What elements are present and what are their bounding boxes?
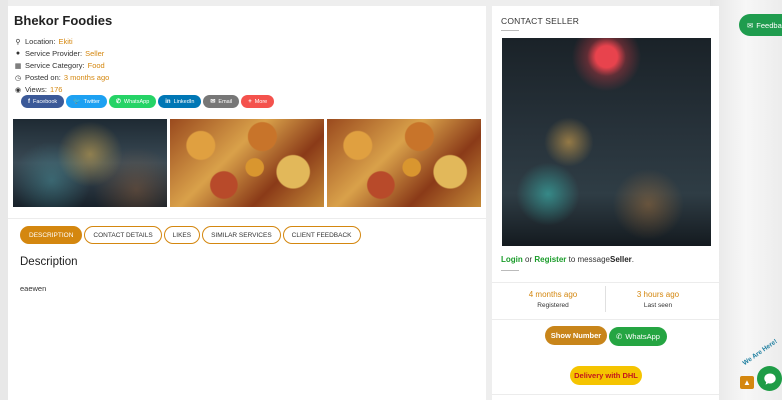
twitter-icon: 🐦 — [73, 99, 81, 105]
last-seen-stat: 3 hours ago Last seen — [608, 290, 708, 309]
or-text: or — [525, 255, 533, 264]
share-whatsapp-button[interactable]: ✆ WhatsApp — [108, 95, 157, 108]
category-icon: ▦ — [14, 62, 22, 70]
last-seen-value: 3 hours ago — [636, 290, 680, 299]
location-label: Location: — [25, 37, 56, 46]
show-number-button[interactable]: Show Number — [545, 326, 607, 345]
tab-contact-details[interactable]: CONTACT DETAILS — [84, 226, 162, 244]
share-more-label: More — [254, 98, 268, 105]
photo-gallery — [13, 119, 481, 207]
gallery-photo-fast-food[interactable] — [170, 119, 324, 207]
whatsapp-label: WhatsApp — [625, 332, 660, 341]
description-heading: Description — [20, 256, 78, 268]
chat-icon — [763, 373, 776, 385]
delivery-dhl-button[interactable]: Delivery with DHL — [570, 366, 642, 385]
stats-separator — [605, 286, 606, 312]
whatsapp-contact-button[interactable]: ✆ WhatsApp — [609, 327, 667, 346]
register-link[interactable]: Register — [534, 255, 566, 264]
category-link[interactable]: Food — [88, 61, 105, 70]
share-buttons: f Facebook 🐦 Twitter ✆ WhatsApp in Linke… — [21, 95, 275, 108]
views-row: ◉ Views: 176 — [14, 85, 63, 94]
linkedin-icon: in — [165, 98, 171, 105]
facebook-icon: f — [28, 98, 30, 105]
category-label: Service Category: — [25, 61, 85, 70]
user-icon: ● — [15, 50, 21, 57]
share-email-label: Email — [218, 98, 233, 105]
posted-label: Posted on: — [25, 73, 61, 82]
location-link[interactable]: Ekiti — [58, 37, 72, 46]
divider — [8, 218, 486, 219]
to-message-text: to message — [568, 255, 610, 264]
posted-row: ◷ Posted on: 3 months ago — [14, 73, 109, 82]
arrow-up-icon: ▲ — [743, 378, 751, 387]
clock-icon: ◷ — [14, 74, 22, 82]
email-icon: ✉ — [210, 99, 216, 105]
scroll-to-top-button[interactable]: ▲ — [740, 376, 754, 389]
provider-link[interactable]: Seller — [85, 49, 104, 58]
location-row: ⚲ Location: Ekiti — [14, 37, 72, 46]
share-linkedin-label: LinkedIn — [173, 98, 195, 105]
registered-value: 4 months ago — [528, 290, 578, 299]
registered-label: Registered — [537, 302, 569, 309]
tab-client-feedback[interactable]: CLIENT FEEDBACK — [282, 226, 361, 244]
bottom-divider — [492, 394, 719, 395]
whatsapp-icon: ✆ — [616, 332, 623, 341]
provider-label: Service Provider: — [25, 49, 83, 58]
login-link[interactable]: Login — [501, 255, 523, 264]
contact-seller-card: CONTACT SELLER Login or Register to mess… — [492, 6, 719, 400]
share-linkedin-button[interactable]: in LinkedIn — [158, 95, 202, 108]
plus-icon: + — [248, 98, 252, 105]
share-email-button[interactable]: ✉ Email — [203, 95, 240, 108]
gallery-photo-fast-food-2[interactable] — [327, 119, 481, 207]
views-value: 176 — [49, 85, 63, 94]
share-twitter-button[interactable]: 🐦 Twitter — [66, 95, 107, 108]
listing-title: Bhekor Foodies — [14, 13, 113, 28]
seller-photo — [502, 38, 711, 246]
tab-likes[interactable]: LIKES — [163, 226, 201, 244]
last-seen-label: Last seen — [643, 302, 673, 309]
views-label: Views: — [25, 85, 47, 94]
share-facebook-button[interactable]: f Facebook — [21, 95, 65, 108]
feedback-tab[interactable]: ✉ Feedback — [739, 14, 782, 36]
registered-stat: 4 months ago Registered — [503, 290, 603, 309]
stats-divider-top — [492, 282, 719, 283]
seller-name: Seller — [609, 255, 632, 264]
detail-tabs: DESCRIPTION CONTACT DETAILS LIKES SIMILA… — [20, 226, 361, 244]
provider-row: ● Service Provider: Seller — [14, 49, 104, 58]
contact-seller-title: CONTACT SELLER — [501, 16, 580, 26]
share-whatsapp-label: WhatsApp — [123, 98, 150, 105]
stats-divider-bottom — [492, 319, 719, 320]
tab-similar-services[interactable]: SIMILAR SERVICES — [202, 226, 281, 244]
listing-card: Bhekor Foodies ⚲ Location: Ekiti ● Servi… — [8, 6, 486, 400]
map-marker-icon: ⚲ — [15, 38, 21, 46]
message-icon: ✉ — [747, 20, 754, 30]
eye-icon: ◉ — [14, 86, 22, 94]
share-facebook-label: Facebook — [33, 98, 58, 105]
login-prompt: Login or Register to messageSeller. — [501, 255, 634, 264]
chat-widget-button[interactable] — [757, 366, 782, 391]
title-underline — [501, 30, 519, 31]
page-background-left — [0, 0, 8, 400]
posted-value: 3 months ago — [63, 73, 110, 82]
gallery-photo-rain-window[interactable] — [13, 119, 167, 207]
description-text: eaewen — [20, 284, 47, 293]
whatsapp-icon: ✆ — [115, 99, 121, 105]
share-more-button[interactable]: + More — [241, 95, 275, 108]
feedback-label: Feedback — [756, 20, 782, 30]
share-twitter-label: Twitter — [83, 98, 100, 105]
period-text: . — [631, 255, 635, 264]
tab-description[interactable]: DESCRIPTION — [20, 226, 83, 244]
category-row: ▦ Service Category: Food — [14, 61, 105, 70]
login-underline — [501, 270, 519, 271]
